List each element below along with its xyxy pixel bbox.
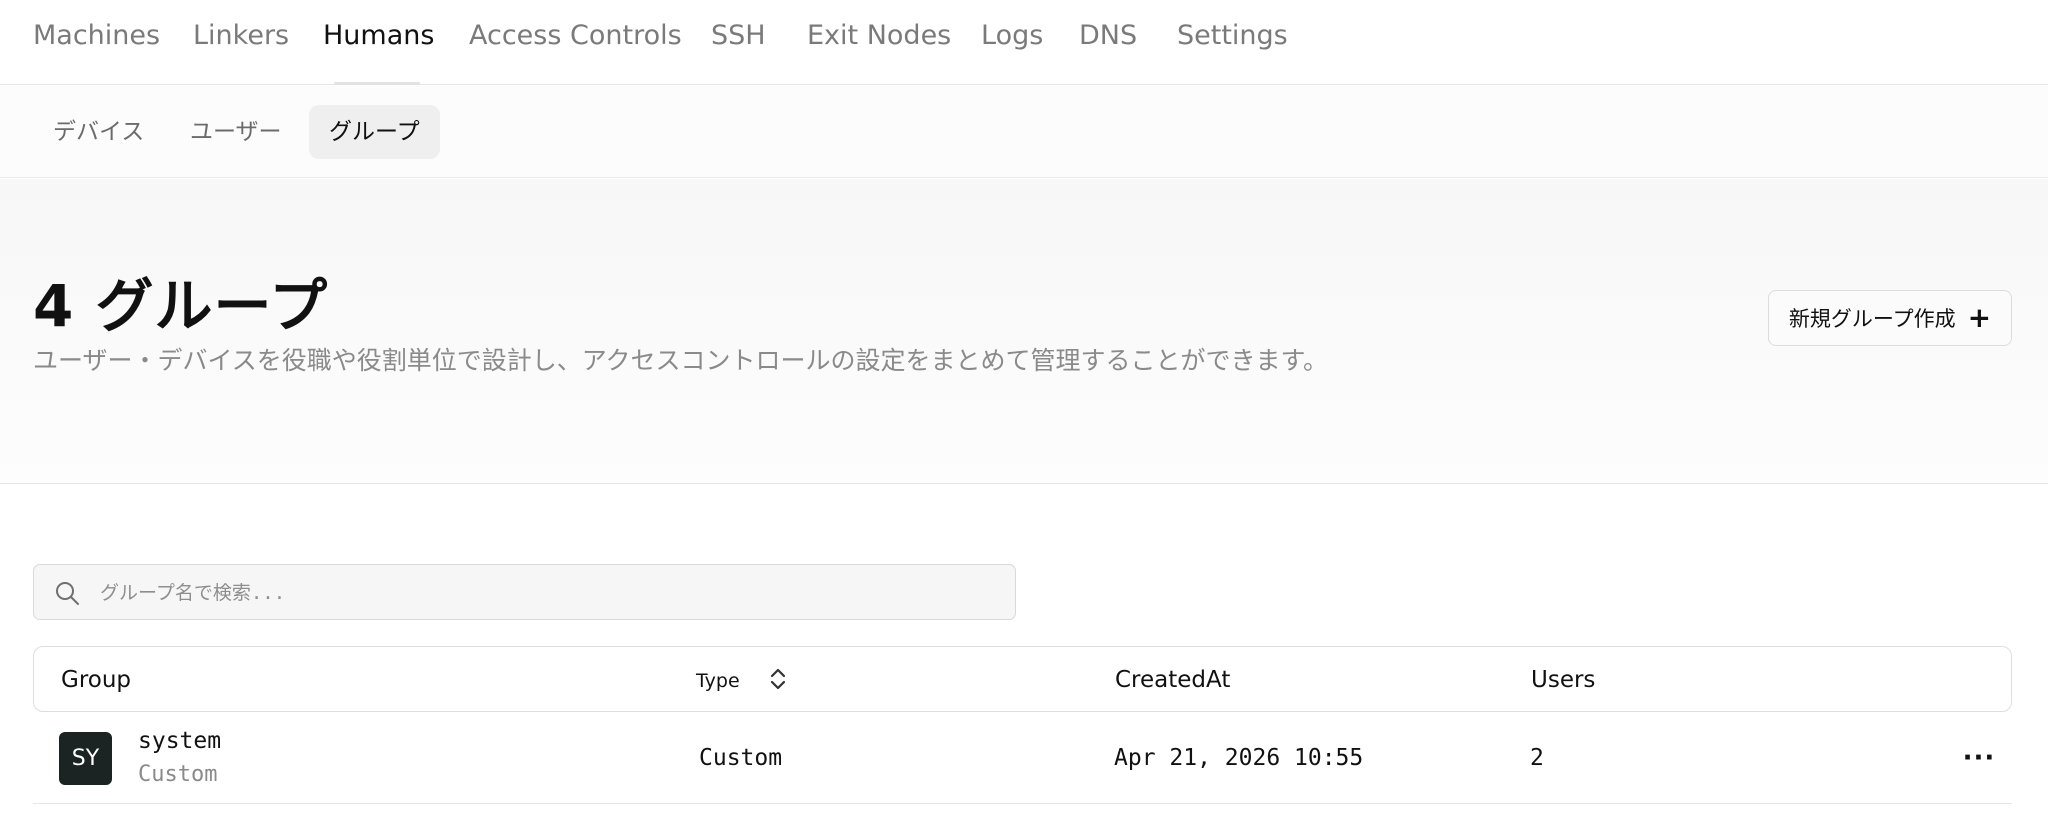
create-group-button[interactable]: 新規グループ作成 + [1768,290,2012,346]
subtab-users[interactable]: ユーザー [170,105,302,159]
page-description: ユーザー・デバイスを役職や役割単位で設計し、アクセスコントロールの設定をまとめて… [33,346,1329,375]
nav-tab-access-controls[interactable]: Access Controls [469,20,682,51]
column-header-created-at: CreatedAt [1115,667,1231,693]
column-header-type[interactable]: Type [696,670,740,692]
nav-tab-dns[interactable]: DNS [1079,20,1137,51]
column-header-group: Group [61,667,132,693]
plus-icon: + [1967,301,1992,334]
nav-tab-exit-nodes[interactable]: Exit Nodes [807,20,951,51]
avatar: SY [59,732,112,785]
nav-tab-ssh[interactable]: SSH [711,20,766,51]
create-group-label: 新規グループ作成 [1788,307,1956,331]
table-row[interactable]: SY system Custom Custom Apr 21, 2026 10:… [33,712,2012,804]
subtab-devices[interactable]: デバイス [33,105,164,159]
nav-tab-humans[interactable]: Humans [323,20,434,51]
page-header: 4 グループ ユーザー・デバイスを役職や役割単位で設計し、アクセスコントロールの… [0,179,2048,484]
subtab-groups[interactable]: グループ [309,105,440,159]
group-created-at: Apr 21, 2026 10:55 [1114,745,1364,771]
sort-icon[interactable] [768,666,788,692]
page-title: 4 グループ [33,272,329,340]
table-header: Group Type CreatedAt Users [33,646,2012,712]
search-icon [56,582,79,605]
group-type: Custom [699,745,783,771]
active-tab-indicator [334,82,420,85]
group-users-count: 2 [1530,745,1544,771]
top-nav: Machines Linkers Humans Access Controls … [0,0,2048,85]
group-subtitle: Custom [138,762,218,787]
sub-nav: デバイス ユーザー グループ [0,86,2048,178]
group-name[interactable]: system [138,728,221,754]
nav-tab-logs[interactable]: Logs [981,20,1043,51]
nav-tab-linkers[interactable]: Linkers [193,20,289,51]
search-input[interactable] [100,573,1000,613]
more-options-icon[interactable]: ··· [1959,738,1999,778]
search-box [33,564,1016,620]
nav-tab-machines[interactable]: Machines [33,20,160,51]
column-header-users: Users [1531,667,1596,693]
nav-tab-settings[interactable]: Settings [1177,20,1288,51]
